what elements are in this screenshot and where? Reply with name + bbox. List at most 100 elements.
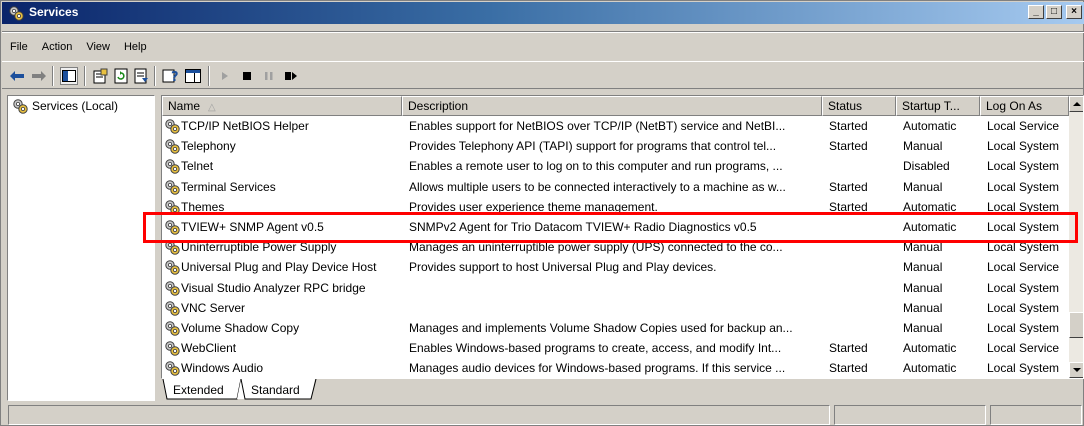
show-hide-action-pane-icon[interactable] (184, 67, 202, 85)
scroll-thumb[interactable] (1069, 312, 1083, 338)
column-headers: Name △ Description Status Startup T... Lo… (162, 96, 1069, 116)
pause-service-icon[interactable] (260, 67, 278, 85)
menu-action[interactable]: Action (34, 37, 79, 57)
service-status (829, 237, 895, 257)
table-row[interactable]: Themes Provides user experience theme ma… (162, 197, 1069, 217)
service-description: Enables a remote user to log on to this … (409, 159, 783, 174)
column-header-description[interactable]: Description (402, 96, 822, 116)
status-bar (2, 403, 1084, 425)
service-gears-icon (165, 179, 180, 195)
toolbar-separator (154, 66, 156, 86)
forward-arrow-icon[interactable] (30, 67, 48, 85)
menu-file[interactable]: File (2, 37, 34, 57)
service-status: Started (829, 199, 868, 214)
service-name: Visual Studio Analyzer RPC bridge (181, 280, 366, 295)
table-row[interactable]: VNC Server Manual Local System (162, 298, 1069, 318)
service-log-on-as: Local System (987, 300, 1060, 315)
maximize-button[interactable]: □ (1046, 5, 1062, 19)
toolbar-separator (84, 66, 86, 86)
scroll-down-arrow-icon (1073, 368, 1081, 372)
menu-bar: File Action View Help (2, 37, 153, 57)
close-button[interactable]: × (1066, 5, 1082, 19)
scroll-down-button[interactable] (1069, 362, 1083, 378)
table-row[interactable]: Telnet Enables a remote user to log on t… (162, 156, 1069, 176)
scroll-up-arrow-icon (1073, 102, 1081, 106)
table-row[interactable]: TCP/IP NetBIOS Helper Enables support fo… (162, 116, 1069, 136)
title-bar[interactable]: Services _ □ × (2, 2, 1084, 24)
service-name: Volume Shadow Copy (181, 320, 300, 335)
column-header-status[interactable]: Status (822, 96, 896, 116)
service-startup-type: Automatic (903, 341, 957, 356)
status-panel-tertiary (990, 405, 1082, 425)
service-description: SNMPv2 Agent for Trio Datacom TVIEW+ Rad… (409, 219, 757, 234)
table-row[interactable]: TVIEW+ SNMP Agent v0.5 SNMPv2 Agent for … (162, 217, 1069, 237)
table-row[interactable]: WebClient Enables Windows-based programs… (162, 338, 1069, 358)
service-status (829, 217, 895, 237)
service-description: Allows multiple users to be connected in… (409, 179, 786, 194)
table-row[interactable]: Uninterruptible Power Supply Manages an … (162, 237, 1069, 257)
restart-service-icon[interactable] (282, 67, 300, 85)
table-row[interactable]: Windows Audio Manages audio devices for … (162, 358, 1069, 378)
service-status: Started (829, 119, 868, 133)
column-header-startup-type[interactable]: Startup T... (896, 96, 980, 116)
menu-help[interactable]: Help (116, 37, 153, 57)
column-header-log-on-as[interactable]: Log On As (980, 96, 1069, 116)
service-log-on-as: Local System (987, 219, 1060, 234)
minimize-button[interactable]: _ (1028, 5, 1044, 19)
vertical-scrollbar[interactable] (1069, 96, 1083, 378)
scroll-up-button[interactable] (1069, 96, 1083, 112)
service-name: WebClient (181, 341, 237, 356)
service-gears-icon (165, 341, 180, 356)
table-row[interactable]: Universal Plug and Play Device Host Prov… (162, 257, 1069, 277)
service-gears-icon (165, 260, 180, 276)
tree-item-services-local[interactable]: Services (Local) (12, 98, 118, 114)
service-log-on-as: Local Service (987, 341, 1060, 356)
services-gears-icon (9, 6, 24, 21)
start-service-icon[interactable] (216, 67, 234, 85)
service-startup-type: Manual (903, 240, 943, 255)
tab-standard[interactable]: Standard (251, 381, 300, 400)
service-name: Uninterruptible Power Supply (181, 240, 337, 255)
service-status: Started (829, 179, 868, 194)
service-description: Manages an uninterruptible power supply … (409, 240, 783, 255)
service-log-on-as: Local Service (987, 119, 1060, 133)
table-row[interactable]: Terminal Services Allows multiple users … (162, 177, 1069, 197)
service-log-on-as: Local System (987, 159, 1060, 174)
service-startup-type: Manual (903, 300, 943, 315)
column-header-label: Name (168, 99, 201, 113)
properties-icon[interactable] (92, 67, 110, 85)
service-gears-icon (165, 119, 180, 134)
service-gears-icon (165, 139, 180, 154)
refresh-icon[interactable] (112, 67, 130, 85)
service-name: Telephony (181, 139, 236, 154)
service-startup-type: Manual (903, 280, 943, 295)
services-list: Name △ Description Status Startup T... Lo… (161, 95, 1084, 379)
menu-view[interactable]: View (78, 37, 116, 57)
service-log-on-as: Local System (987, 139, 1060, 154)
service-gears-icon (165, 240, 180, 255)
toolbar-separator (52, 66, 54, 86)
show-hide-tree-icon[interactable] (60, 67, 78, 85)
service-log-on-as: Local System (987, 280, 1060, 295)
service-log-on-as: Local Service (987, 260, 1060, 275)
tab-extended[interactable]: Extended (173, 381, 224, 400)
service-status (829, 156, 895, 176)
stop-service-icon[interactable] (238, 67, 256, 85)
table-row[interactable]: Telephony Provides Telephony API (TAPI) … (162, 136, 1069, 156)
svg-text:?: ? (171, 70, 179, 84)
service-status (829, 318, 895, 338)
service-rows: TCP/IP NetBIOS Helper Enables support fo… (162, 116, 1069, 378)
table-row[interactable]: Volume Shadow Copy Manages and implement… (162, 318, 1069, 338)
service-gears-icon (165, 200, 180, 215)
table-row[interactable]: Visual Studio Analyzer RPC bridge Manual… (162, 278, 1069, 298)
export-list-icon[interactable] (132, 67, 150, 85)
back-arrow-icon[interactable] (8, 67, 26, 85)
service-status: Started (829, 341, 868, 356)
status-panel-main (8, 405, 830, 425)
service-description: Manages and implements Volume Shadow Cop… (409, 320, 793, 335)
services-window: Services _ □ × File Action View Help ? S… (0, 0, 1084, 426)
help-icon[interactable]: ? (162, 67, 180, 85)
column-header-name[interactable]: Name △ (162, 96, 402, 116)
service-name: Telnet (181, 159, 214, 174)
service-startup-type: Manual (903, 139, 943, 154)
